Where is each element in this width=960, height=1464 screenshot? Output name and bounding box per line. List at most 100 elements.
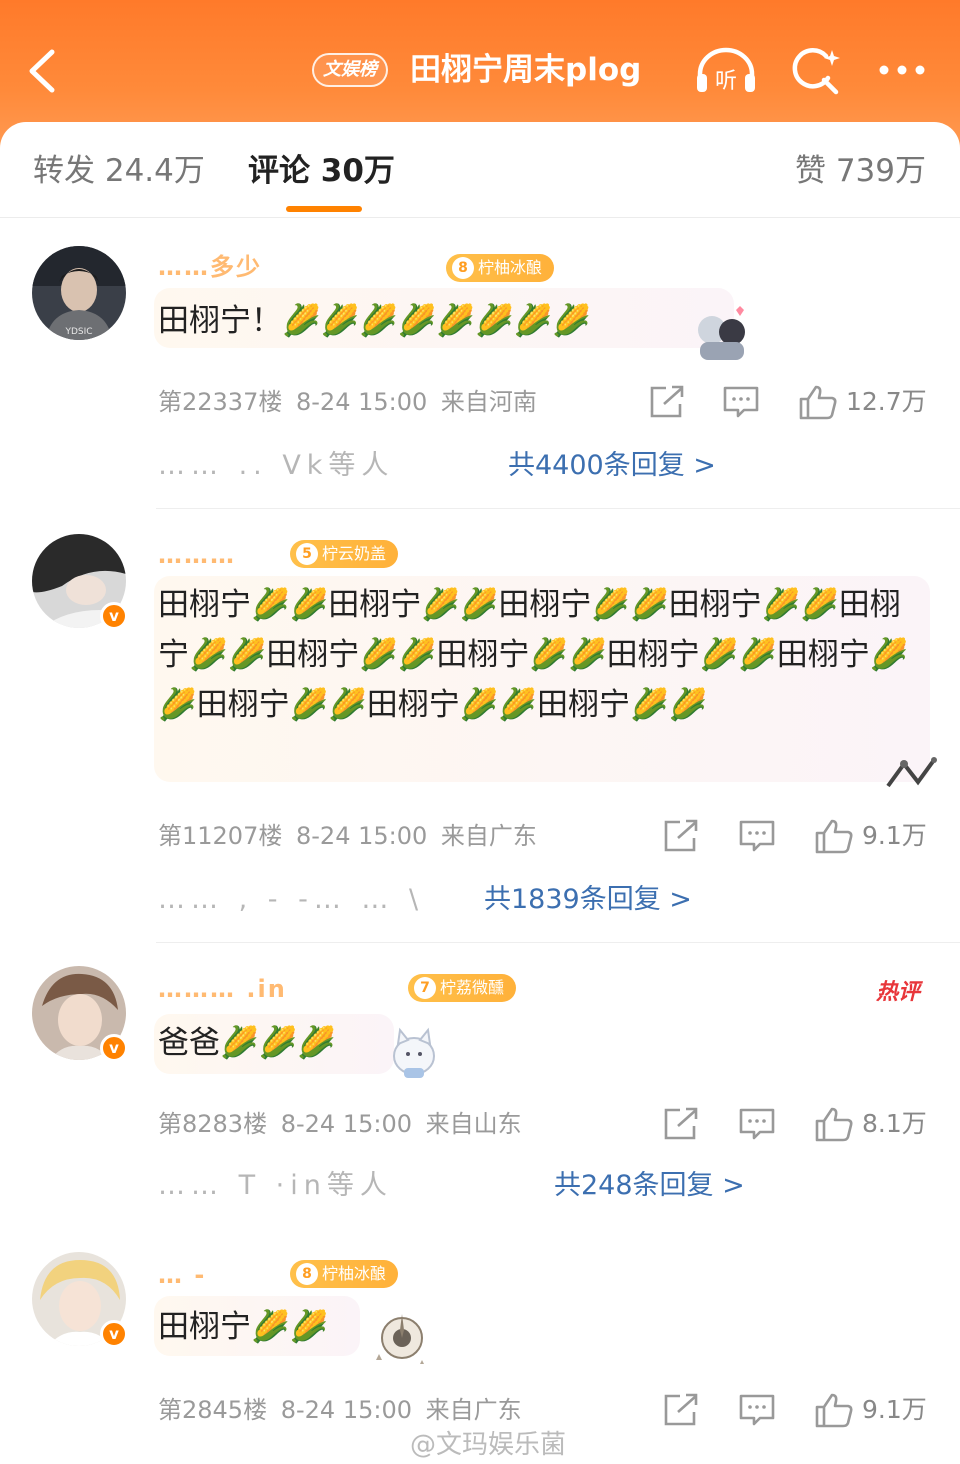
- search-button[interactable]: [788, 44, 844, 98]
- comment-icon: [739, 1394, 775, 1426]
- reply-button[interactable]: [722, 384, 760, 420]
- comment-icon: [723, 386, 759, 418]
- share-button[interactable]: [662, 818, 700, 854]
- fan-level: 8: [452, 257, 474, 279]
- comment-content: 爸爸🌽🌽🌽: [158, 1025, 336, 1061]
- comment-meta: 第22337楼 8-24 15:00 来自河南: [158, 386, 537, 418]
- divider: [156, 508, 960, 509]
- tab-like[interactable]: 赞 739万: [795, 150, 926, 192]
- reply-names: …… , - -… … \: [158, 884, 425, 915]
- share-icon: [664, 819, 698, 852]
- username[interactable]: … -: [158, 1260, 206, 1290]
- rank-badge[interactable]: 文娱榜: [312, 53, 388, 87]
- fan-badge-label: 柠柚冰酿: [322, 1264, 387, 1283]
- username[interactable]: ……… .in: [158, 974, 287, 1004]
- svg-text:YDSIC: YDSIC: [64, 327, 92, 337]
- tab-repost[interactable]: 转发 24.4万: [33, 150, 205, 192]
- more-dots-icon: [879, 65, 925, 75]
- comment-item: v ……… .in 7 柠荔微醺 热评 爸爸🌽🌽🌽 第8283楼 8-24 15…: [0, 944, 960, 1232]
- search-sparkle-icon: [792, 48, 840, 95]
- like-button[interactable]: 9.1万: [814, 818, 938, 854]
- reply-preview: …… T ·in等人 共248条回复 >: [158, 1166, 745, 1206]
- fan-level: 8: [296, 1263, 318, 1285]
- divider: [156, 942, 960, 943]
- comment-time: 8-24 15:00: [280, 1396, 412, 1424]
- floor-number: 第11207楼: [158, 822, 283, 850]
- verified-badge-icon: v: [100, 1320, 128, 1348]
- comment-icon: [739, 820, 775, 852]
- like-button[interactable]: 8.1万: [814, 1106, 938, 1142]
- tab-comment[interactable]: 评论 30万: [248, 150, 395, 192]
- fan-badge[interactable]: 8 柠柚冰酿: [290, 1260, 399, 1288]
- fan-badge-label: 柠云奶盖: [322, 544, 387, 563]
- avatar[interactable]: v: [32, 966, 128, 1062]
- like-count: 9.1万: [862, 1395, 927, 1424]
- avatar[interactable]: YDSIC: [32, 246, 126, 340]
- compass-sticker-icon: [376, 1314, 424, 1364]
- share-button[interactable]: [662, 1392, 700, 1428]
- like-count: 9.1万: [862, 821, 927, 850]
- reply-button[interactable]: [738, 1392, 776, 1428]
- comment-content: 田栩宁🌽🌽田栩宁🌽🌽田栩宁🌽🌽田栩宁🌽🌽田栩宁🌽🌽田栩宁🌽🌽田栩宁🌽🌽田栩宁🌽🌽…: [158, 587, 909, 723]
- comment-icon: [739, 1108, 775, 1140]
- avatar[interactable]: v: [32, 534, 128, 630]
- comment-meta: 第8283楼 8-24 15:00 来自山东: [158, 1108, 522, 1140]
- chevron-left-icon: [29, 49, 55, 93]
- tab-bar: 转发 24.4万 评论 30万 赞 739万: [0, 122, 960, 218]
- share-button[interactable]: [648, 384, 686, 420]
- listen-button[interactable]: 听: [694, 44, 758, 98]
- fan-badge[interactable]: 5 柠云奶盖: [290, 540, 399, 568]
- comment-time: 8-24 15:00: [296, 822, 428, 850]
- fan-badge-label: 柠柚冰酿: [478, 258, 543, 277]
- like-button[interactable]: 9.1万: [814, 1392, 938, 1428]
- comment-meta: 第11207楼 8-24 15:00 来自广东: [158, 820, 537, 852]
- comment-location: 来自河南: [440, 388, 537, 416]
- reply-preview: …… .. Vk等人 共4400条回复 >: [158, 446, 716, 486]
- comment-content: 田栩宁！🌽🌽🌽🌽🌽🌽🌽🌽: [158, 303, 591, 339]
- kitten-sticker-icon: [393, 1027, 435, 1078]
- reply-names: …… T ·in等人: [158, 1170, 393, 1201]
- page-title: 田栩宁周末plog: [410, 52, 642, 88]
- reply-preview: …… , - -… … \ 共1839条回复 >: [158, 880, 692, 920]
- avatar[interactable]: v: [32, 1252, 128, 1348]
- thumbs-up-icon: [799, 385, 837, 420]
- view-replies-link[interactable]: 共248条回复 >: [554, 1166, 745, 1206]
- view-replies-link[interactable]: 共4400条回复 >: [508, 446, 716, 486]
- watermark: @文玛娱乐菌: [410, 1430, 567, 1460]
- reply-button[interactable]: [738, 1106, 776, 1142]
- back-button[interactable]: [22, 46, 66, 96]
- fan-level: 7: [414, 977, 436, 999]
- ribbon-sticker-icon: [886, 757, 937, 788]
- comment-location: 来自山东: [425, 1110, 522, 1138]
- view-replies-link[interactable]: 共1839条回复 >: [484, 880, 692, 920]
- more-button[interactable]: [872, 52, 932, 88]
- share-icon: [664, 1107, 698, 1140]
- username[interactable]: ……多少: [158, 252, 262, 282]
- comment-item: v ……… 5 柠云奶盖 田栩宁🌽🌽田栩宁🌽🌽田栩宁🌽🌽田栩宁🌽🌽田栩宁🌽🌽田栩…: [0, 510, 960, 944]
- like-button[interactable]: 12.7万: [798, 384, 938, 420]
- tab-active-indicator: [286, 206, 362, 212]
- fan-badge[interactable]: 8 柠柚冰酿: [446, 254, 555, 282]
- thumbs-up-icon: [815, 1107, 853, 1142]
- listen-label: 听: [715, 69, 737, 94]
- username[interactable]: ………: [158, 540, 236, 570]
- hot-comment-tag: 热评: [875, 980, 920, 1005]
- like-count: 8.1万: [862, 1109, 927, 1138]
- comment-location: 来自广东: [425, 1396, 522, 1424]
- chibi-sticker-icon: [698, 306, 745, 360]
- thumbs-up-icon: [815, 1393, 853, 1428]
- reply-button[interactable]: [738, 818, 776, 854]
- floor-number: 第2845楼: [158, 1396, 268, 1424]
- comment-item: YDSIC ……多少 8 柠柚冰酿 田栩宁！🌽🌽🌽🌽🌽🌽🌽🌽 第22337楼 8…: [0, 230, 960, 510]
- reply-names: …… .. Vk等人: [158, 450, 395, 481]
- fan-badge[interactable]: 7 柠荔微醺: [408, 974, 517, 1002]
- share-button[interactable]: [662, 1106, 700, 1142]
- verified-badge-icon: v: [100, 1034, 128, 1062]
- thumbs-up-icon: [815, 819, 853, 854]
- headphones-icon: 听: [697, 47, 755, 94]
- fan-badge-label: 柠荔微醺: [440, 978, 505, 997]
- comment-time: 8-24 15:00: [296, 388, 428, 416]
- comment-meta: 第2845楼 8-24 15:00 来自广东: [158, 1394, 522, 1426]
- floor-number: 第22337楼: [158, 388, 283, 416]
- comment-content: 田栩宁🌽🌽: [158, 1309, 329, 1345]
